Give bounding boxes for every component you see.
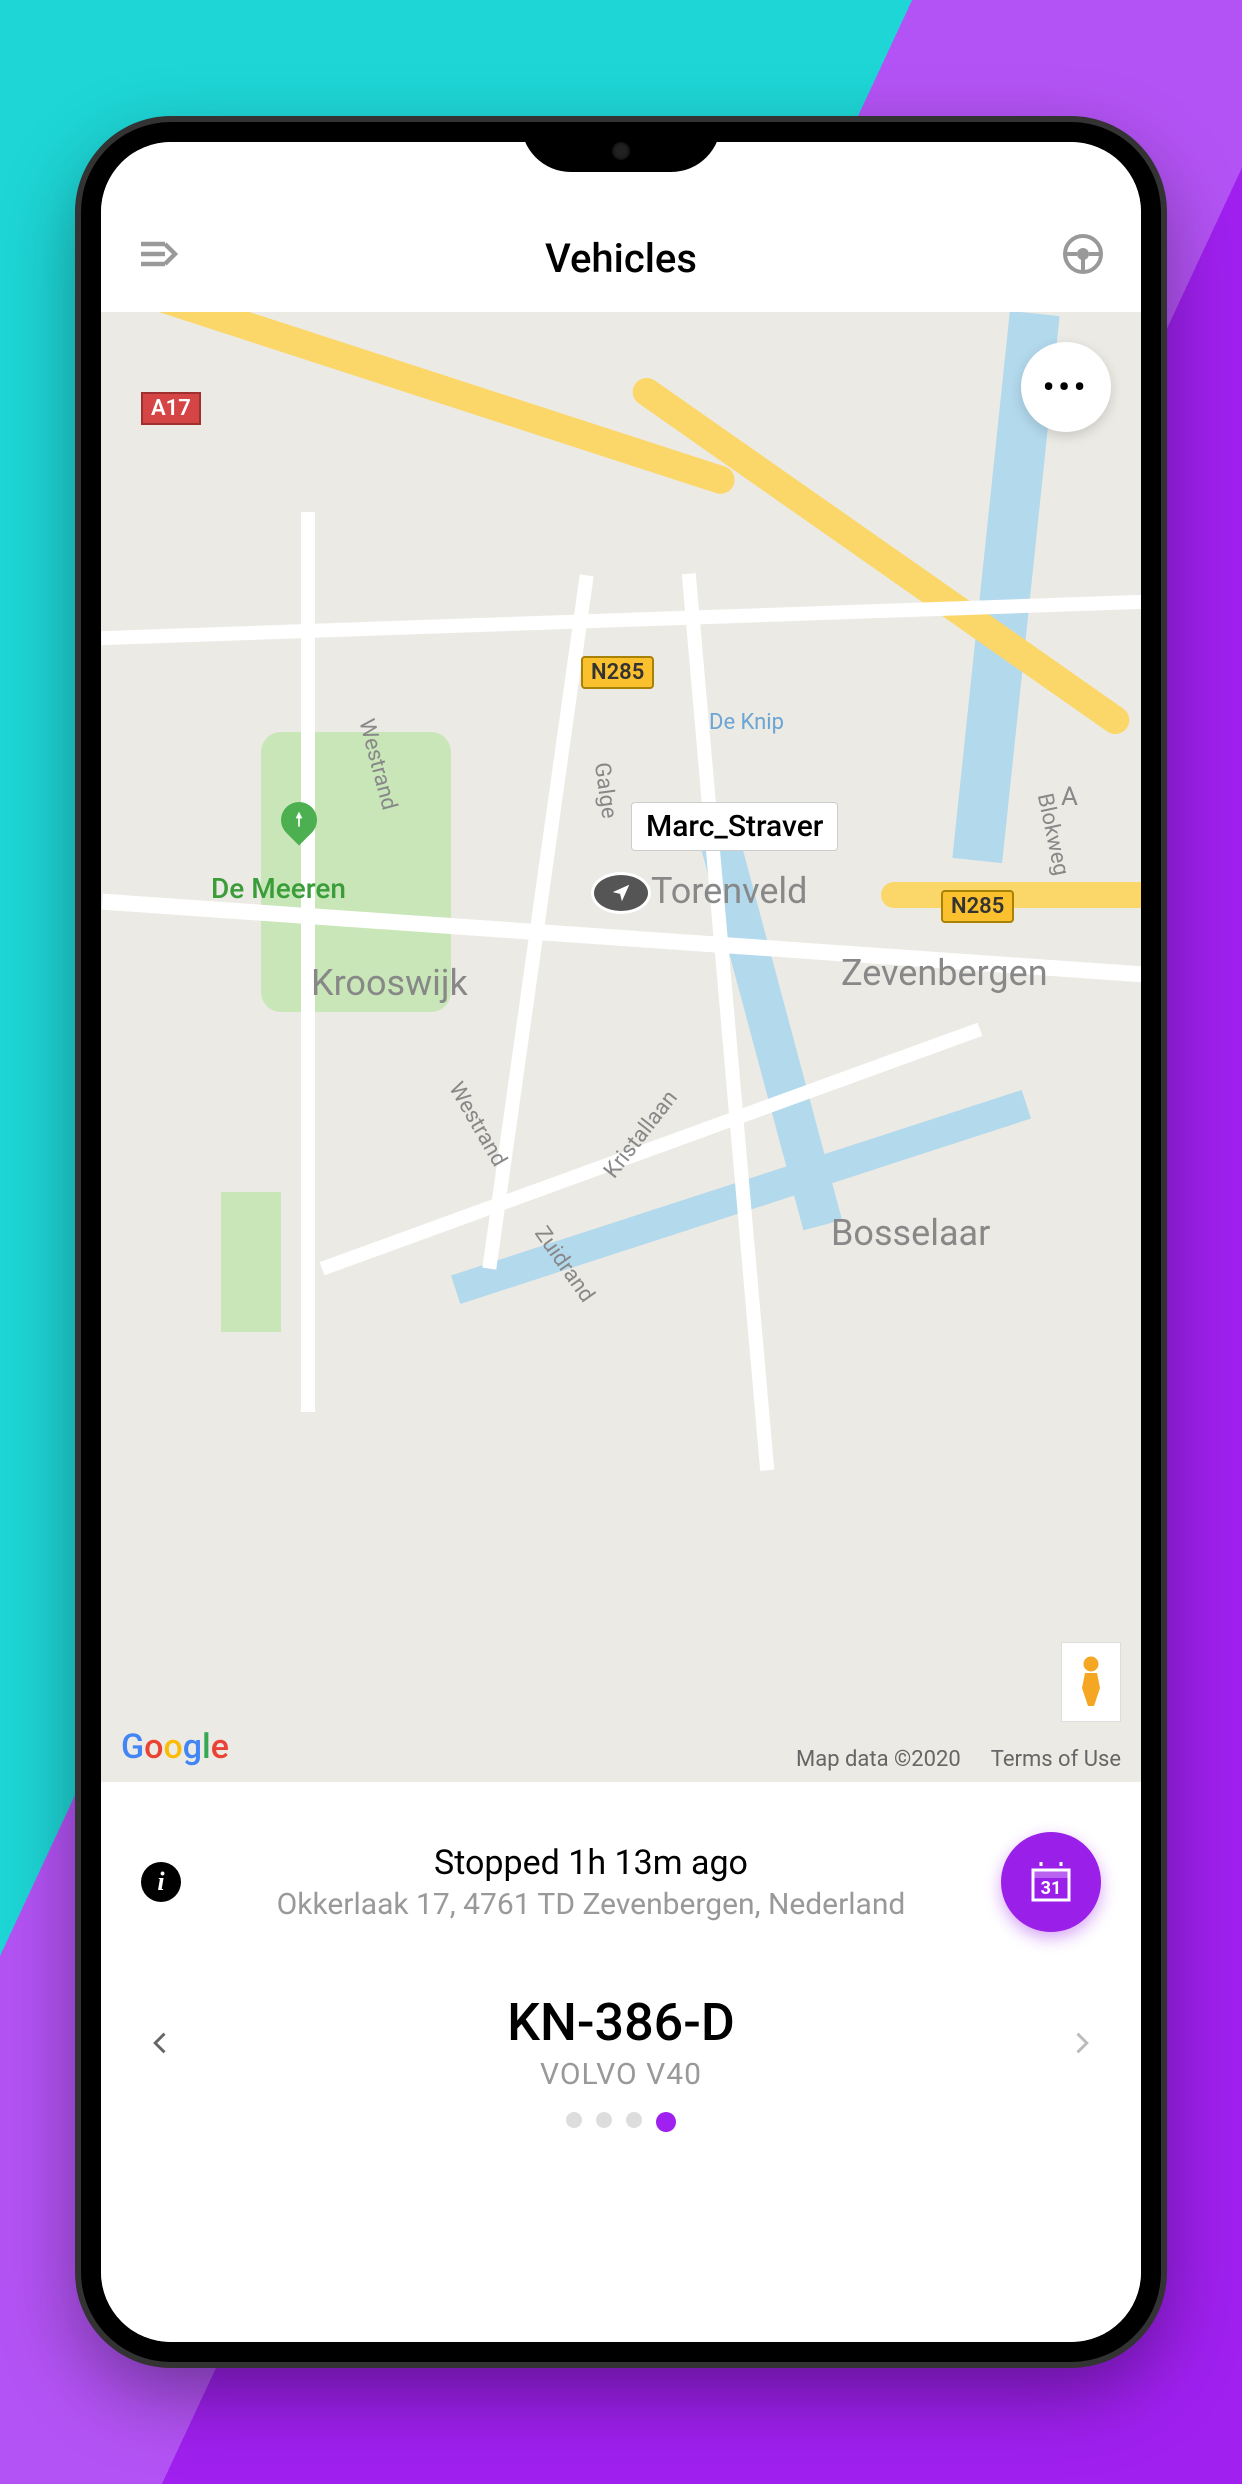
vehicle-info: KN-386-D VOLVO V40 — [507, 1992, 735, 2092]
page-dot[interactable] — [626, 2112, 642, 2128]
park-marker-icon — [281, 802, 317, 838]
map-label: Westrand — [443, 1078, 511, 1171]
map-label: De Knip — [709, 710, 784, 735]
page-dot-active[interactable] — [656, 2112, 676, 2132]
road-badge-a17: A17 — [141, 392, 201, 425]
map-label: Zevenbergen — [841, 952, 1048, 994]
map-park — [221, 1192, 281, 1332]
svg-text:31: 31 — [1041, 1878, 1062, 1899]
header-bar: Vehicles — [101, 142, 1141, 312]
screen: Vehicles A17 N285 — [101, 142, 1141, 2342]
vehicle-selector: KN-386-D VOLVO V40 — [141, 1992, 1101, 2092]
map-attribution: Map data ©2020Terms of Use — [766, 1747, 1121, 1772]
terms-link[interactable]: Terms of Use — [991, 1747, 1121, 1772]
page-indicator — [141, 2112, 1101, 2132]
info-icon[interactable]: i — [141, 1862, 181, 1902]
road-badge-n285: N285 — [941, 890, 1014, 923]
map-label-park: De Meeren — [211, 872, 346, 905]
page-title: Vehicles — [545, 235, 697, 282]
google-logo: Google — [121, 1727, 229, 1767]
prev-vehicle-button[interactable] — [141, 2016, 181, 2068]
map-label: Torenveld — [651, 870, 807, 912]
next-vehicle-button[interactable] — [1061, 2016, 1101, 2068]
road-badge-n285: N285 — [581, 656, 654, 689]
streetview-pegman-icon[interactable] — [1061, 1642, 1121, 1722]
bottom-panel: i Stopped 1h 13m ago Okkerlaak 17, 4761 … — [101, 1782, 1141, 2342]
more-options-button[interactable]: ••• — [1021, 342, 1111, 432]
status-text: Stopped 1h 13m ago Okkerlaak 17, 4761 TD… — [211, 1843, 971, 1922]
status-row: i Stopped 1h 13m ago Okkerlaak 17, 4761 … — [141, 1832, 1101, 1932]
vehicle-status: Stopped 1h 13m ago — [211, 1843, 971, 1883]
map-view[interactable]: A17 N285 N285 De Meeren Torenveld Kroosw… — [101, 312, 1141, 1782]
vehicle-marker-label: Marc_Straver — [631, 802, 838, 851]
page-dot[interactable] — [596, 2112, 612, 2128]
vehicle-model: VOLVO V40 — [507, 2057, 735, 2092]
map-label: A — [1061, 782, 1078, 812]
steering-wheel-icon[interactable] — [1055, 226, 1111, 282]
page-dot[interactable] — [566, 2112, 582, 2128]
phone-frame: Vehicles A17 N285 — [81, 122, 1161, 2362]
license-plate: KN-386-D — [507, 1992, 735, 2053]
menu-icon[interactable] — [131, 226, 187, 282]
calendar-button[interactable]: 31 — [1001, 1832, 1101, 1932]
location-arrow-icon — [591, 872, 651, 914]
vehicle-address: Okkerlaak 17, 4761 TD Zevenbergen, Neder… — [211, 1887, 971, 1922]
map-label: Galge — [589, 761, 622, 820]
map-label: Bosselaar — [831, 1212, 990, 1254]
map-label: Krooswijk — [311, 962, 468, 1004]
